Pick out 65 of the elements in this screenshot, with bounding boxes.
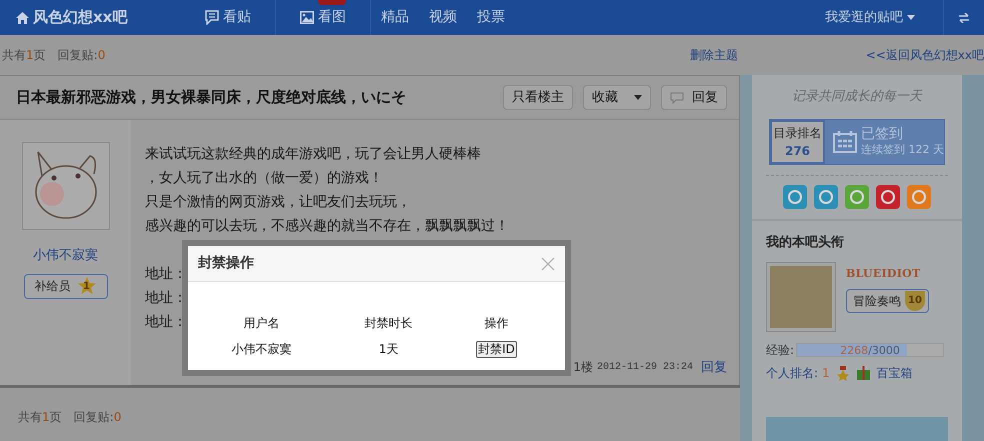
caret-icon (907, 15, 915, 20)
forum-tool-icon[interactable] (876, 184, 900, 208)
my-forums-menu[interactable]: 我爱逛的贴吧 (825, 0, 944, 35)
floor-number: 1楼 (573, 359, 593, 376)
post-text-line: 感兴趣的可以去玩，不感兴趣的就当不存在，飘飘飘飘过！ (145, 217, 510, 236)
table-cell-text: 小伟不寂寞 (230, 341, 293, 358)
column-header: 用户名 (242, 315, 281, 332)
forum-home-link[interactable]: 风色幻想xx吧 (16, 6, 181, 29)
home-icon (16, 12, 29, 24)
nav-tab[interactable]: 看图 (276, 0, 371, 35)
back-to-forum-link[interactable]: <<返回风色幻想xx吧 (866, 46, 984, 64)
reply-link[interactable]: 回复 (701, 358, 727, 377)
speech-bubble-icon (670, 92, 684, 104)
thread-title: 日本最新邪恶游戏，男女裸暴同床，尺度绝对底线，いにそ (16, 87, 406, 108)
address-label: 地址： (145, 313, 187, 332)
badge-label: 补给员 (34, 278, 70, 295)
caret-icon (634, 95, 642, 100)
level-shield: 10 (905, 290, 925, 310)
switch-arrows-icon[interactable] (958, 12, 970, 22)
close-icon[interactable] (541, 256, 555, 270)
only-op-button[interactable]: 只看楼主 (503, 85, 573, 110)
nav-tab[interactable]: 投票 (467, 0, 515, 35)
rank-value: 276 (784, 142, 810, 160)
post-text-line: ，女人玩了出水的（做一爱）的游戏！ (145, 169, 384, 188)
speech-bubble-icon (205, 10, 219, 25)
picture-icon (300, 11, 314, 24)
gift-icon (856, 366, 871, 380)
post-time: 2012-11-29 23:24 (596, 360, 693, 375)
nav-tab[interactable]: 看贴 (181, 0, 276, 35)
reply-button[interactable]: 回复 (661, 85, 727, 110)
delete-thread-link[interactable]: 删除主题 (690, 46, 738, 64)
forum-tool-icon[interactable] (845, 184, 869, 208)
nav-tab[interactable]: 视频 (419, 0, 467, 35)
slogan: 记录共同成长的每一天 (791, 88, 924, 106)
rank-label: 目录排名 (774, 124, 822, 142)
username: BLUEIDIOT (846, 266, 922, 282)
forum-tool-icon[interactable] (783, 184, 807, 208)
post-text-line: 来试试玩这款经典的成年游戏吧，玩了会让男人硬棒棒 (145, 145, 482, 164)
table-cell-text: 1天 (378, 341, 400, 358)
treasure-box-link[interactable]: 百宝箱 (876, 364, 913, 382)
calendar-icon (833, 130, 857, 152)
exp-reading: 2268/3000 (839, 344, 901, 356)
reply-count: 回复贴:0 (58, 47, 106, 64)
reply-count: 回复贴:0 (74, 409, 122, 426)
nav-tab[interactable]: 精品 (371, 0, 419, 35)
column-header: 封禁时长 (364, 315, 414, 332)
user-avatar-placeholder (766, 262, 836, 332)
favorite-dropdown[interactable]: 收藏 (583, 85, 651, 110)
forum-tool-icon[interactable] (907, 184, 931, 208)
address-label: 地址： (145, 289, 187, 308)
personal-rank: 个人排名: 1 (766, 365, 830, 382)
column-header: 操作 (484, 315, 510, 332)
title-heading: 我的本吧头衔 (766, 234, 845, 252)
dialog-title: 封禁操作 (198, 254, 254, 273)
forum-tool-icon[interactable] (814, 184, 838, 208)
author-name[interactable]: 小伟不寂寞 (33, 246, 98, 266)
address-label: 地址： (145, 265, 187, 284)
post-text-line: 只是个激情的网页游戏，让吧友们去玩玩， (145, 193, 412, 212)
exp-label: 经验: (766, 342, 794, 359)
level-star: 1 (76, 276, 96, 296)
ban-id-button[interactable]: 封禁ID (476, 340, 517, 358)
badge-label: 冒险奏鸣 (853, 292, 901, 310)
page-count: 共有1页 (18, 409, 62, 426)
medal-icon (836, 366, 850, 380)
page-count: 共有1页 (2, 47, 46, 64)
